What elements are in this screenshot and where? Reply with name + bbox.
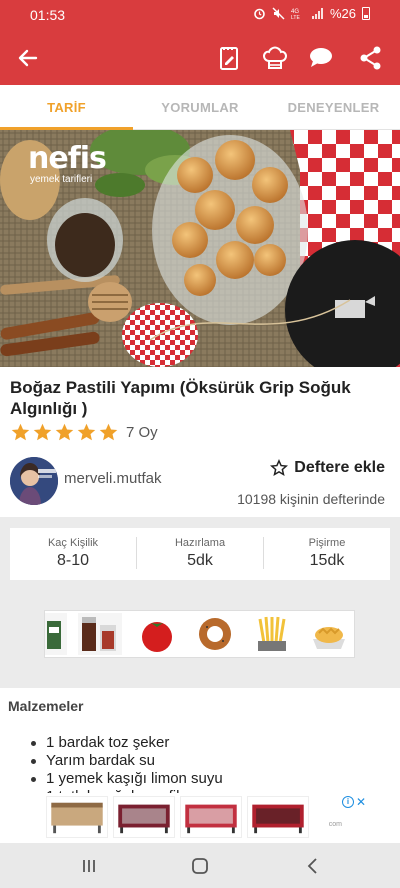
ingredient-thumb[interactable] xyxy=(135,613,179,655)
author-name[interactable]: merveli.mutfak xyxy=(64,470,162,487)
chef-hat-icon[interactable] xyxy=(260,43,290,73)
recipe-header: Boğaz Pastili Yapımı (Öksürük Grip Soğuk… xyxy=(0,367,400,517)
alarm-icon xyxy=(254,8,265,20)
star-icon xyxy=(77,423,96,441)
ad-product-image[interactable] xyxy=(46,796,108,838)
back-icon[interactable] xyxy=(302,855,324,877)
ingredient-item: Yarım bardak su xyxy=(30,752,223,770)
add-to-notebook-label: Deftere ekle xyxy=(294,459,385,476)
ad-close-icon[interactable]: ✕ xyxy=(356,795,366,809)
ad-product-image[interactable] xyxy=(247,796,309,838)
prep-time: Hazırlama 5dk xyxy=(174,537,226,569)
tab-bar: TARİF YORUMLAR DENEYENLER xyxy=(0,85,400,130)
ingredient-thumb[interactable] xyxy=(307,613,351,655)
system-nav-bar xyxy=(0,843,400,888)
save-count: 10198 kişinin defterinde xyxy=(237,491,385,507)
ingredient-item: 1 bardak toz şeker xyxy=(30,734,223,752)
ingredient-image-strip[interactable] xyxy=(44,610,355,658)
ingredient-thumb[interactable] xyxy=(45,613,67,655)
signal-4g-icon: 4GLTE xyxy=(291,9,300,20)
ad-info-icon[interactable]: i xyxy=(342,796,354,808)
recipe-hero-image[interactable]: nefis yemek tarifleri xyxy=(0,130,400,367)
recipe-info-card: Kaç Kişilik 8-10 Hazırlama 5dk Pişirme 1… xyxy=(10,528,390,580)
ingredients-title: Malzemeler xyxy=(8,698,84,714)
comment-icon[interactable] xyxy=(306,43,336,73)
notes-icon[interactable] xyxy=(214,43,244,73)
servings: Kaç Kişilik 8-10 xyxy=(47,537,99,569)
cook-time: Pişirme 15dk xyxy=(308,537,346,569)
app-bar xyxy=(0,30,400,85)
star-icon xyxy=(55,423,74,441)
ad-product-image[interactable] xyxy=(180,796,242,838)
tab-tarif[interactable]: TARİF xyxy=(0,85,133,130)
svg-text:LTE: LTE xyxy=(291,15,300,20)
nefis-logo: nefis yemek tarifleri xyxy=(28,141,107,186)
ingredient-thumb[interactable] xyxy=(78,613,122,655)
ingredient-thumb[interactable] xyxy=(250,613,294,655)
tab-yorumlar[interactable]: YORUMLAR xyxy=(133,85,267,130)
star-outline-icon xyxy=(270,459,289,477)
share-icon[interactable] xyxy=(356,43,386,73)
ad-product-image[interactable] xyxy=(113,796,175,838)
avatar[interactable] xyxy=(10,457,58,505)
battery-icon xyxy=(362,7,370,20)
back-arrow-icon[interactable] xyxy=(14,44,42,72)
battery-percent: %26 xyxy=(329,6,356,21)
home-icon[interactable] xyxy=(189,855,211,877)
recipe-title: Boğaz Pastili Yapımı (Öksürük Grip Soğuk… xyxy=(10,378,351,418)
rating[interactable]: 7 Oy xyxy=(10,422,158,443)
status-time: 01:53 xyxy=(30,7,66,23)
mute-icon xyxy=(272,7,285,20)
status-bar: 01:53 4G LTE %26 xyxy=(0,0,400,30)
star-icon xyxy=(99,423,118,441)
tab-deneyenler[interactable]: DENEYENLER xyxy=(267,85,400,130)
rating-count: 7 Oy xyxy=(126,424,158,441)
ad-brand: com xyxy=(328,821,342,828)
ingredient-item: 1 yemek kaşığı limon suyu xyxy=(30,770,223,788)
cell-signal-icon xyxy=(311,8,323,19)
ingredient-thumb[interactable] xyxy=(193,613,237,655)
recent-apps-icon[interactable] xyxy=(78,855,100,877)
add-to-notebook-button[interactable]: Deftere ekle xyxy=(270,459,385,477)
star-icon xyxy=(33,423,52,441)
star-icon xyxy=(11,423,30,441)
ad-banner[interactable]: i ✕ com xyxy=(0,793,400,843)
